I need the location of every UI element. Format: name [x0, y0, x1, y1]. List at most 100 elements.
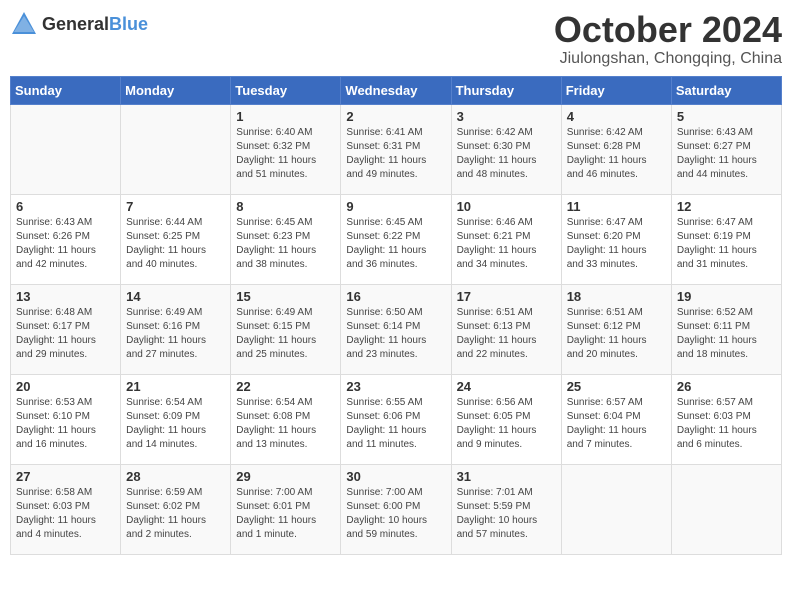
logo-icon	[10, 10, 38, 38]
day-number: 23	[346, 379, 445, 394]
calendar-cell: 2Sunrise: 6:41 AMSunset: 6:31 PMDaylight…	[341, 104, 451, 194]
weekday-header-wednesday: Wednesday	[341, 76, 451, 104]
calendar-cell: 15 Sunrise: 6:49 AMSunset: 6:15 PMDayligh…	[231, 284, 341, 374]
calendar-cell: 3Sunrise: 6:42 AMSunset: 6:30 PMDaylight…	[451, 104, 561, 194]
day-number: 6	[16, 199, 115, 214]
calendar-cell: 26Sunrise: 6:57 AMSunset: 6:03 PMDayligh…	[671, 374, 781, 464]
calendar-week-row: 1 Sunrise: 6:40 AMSunset: 6:32 PMDaylight…	[11, 104, 782, 194]
calendar-week-row: 20 Sunrise: 6:53 AMSunset: 6:10 PMDayligh…	[11, 374, 782, 464]
title-block: October 2024 Jiulongshan, Chongqing, Chi…	[554, 10, 782, 68]
calendar-cell: 8Sunrise: 6:45 AMSunset: 6:23 PMDaylight…	[231, 194, 341, 284]
day-number: 13	[16, 289, 115, 304]
day-info: Sunrise: 6:51 AMSunset: 6:13 PMDaylight:…	[457, 306, 556, 362]
day-info: Sunrise: 6:44 AMSunset: 6:25 PMDaylight:…	[126, 216, 225, 272]
calendar-cell: 31 Sunrise: 7:01 AMSunset: 5:59 PMDayligh…	[451, 464, 561, 554]
day-number: 4	[567, 109, 666, 124]
calendar-cell: 5 Sunrise: 6:43 AMSunset: 6:27 PMDaylight…	[671, 104, 781, 194]
day-info: Sunrise: 6:55 AMSunset: 6:06 PMDaylight:…	[346, 396, 445, 452]
calendar-week-row: 27 Sunrise: 6:58 AMSunset: 6:03 PMDayligh…	[11, 464, 782, 554]
calendar-cell: 12 Sunrise: 6:47 AMSunset: 6:19 PMDayligh…	[671, 194, 781, 284]
day-info: Sunrise: 6:47 AMSunset: 6:19 PMDaylight:…	[677, 216, 776, 272]
day-info: Sunrise: 6:40 AMSunset: 6:32 PMDaylight:…	[236, 126, 335, 182]
day-number: 31	[457, 469, 556, 484]
calendar-cell: 11Sunrise: 6:47 AMSunset: 6:20 PMDayligh…	[561, 194, 671, 284]
day-number: 24	[457, 379, 556, 394]
calendar-cell: 30Sunrise: 7:00 AMSunset: 6:00 PMDayligh…	[341, 464, 451, 554]
calendar-cell	[561, 464, 671, 554]
day-info: Sunrise: 6:48 AMSunset: 6:17 PMDaylight:…	[16, 306, 115, 362]
weekday-header-row: SundayMondayTuesdayWednesdayThursdayFrid…	[11, 76, 782, 104]
day-info: Sunrise: 6:57 AMSunset: 6:04 PMDaylight:…	[567, 396, 666, 452]
day-number: 30	[346, 469, 445, 484]
weekday-header-sunday: Sunday	[11, 76, 121, 104]
calendar-cell: 23 Sunrise: 6:55 AMSunset: 6:06 PMDayligh…	[341, 374, 451, 464]
page-header: GeneralBlue October 2024 Jiulongshan, Ch…	[10, 10, 782, 68]
day-number: 14	[126, 289, 225, 304]
day-info: Sunrise: 6:54 AMSunset: 6:09 PMDaylight:…	[126, 396, 225, 452]
calendar-cell: 25 Sunrise: 6:57 AMSunset: 6:04 PMDayligh…	[561, 374, 671, 464]
calendar-cell: 18Sunrise: 6:51 AMSunset: 6:12 PMDayligh…	[561, 284, 671, 374]
calendar-cell: 7 Sunrise: 6:44 AMSunset: 6:25 PMDaylight…	[121, 194, 231, 284]
day-number: 26	[677, 379, 776, 394]
day-info: Sunrise: 6:41 AMSunset: 6:31 PMDaylight:…	[346, 126, 445, 182]
day-number: 12	[677, 199, 776, 214]
day-number: 10	[457, 199, 556, 214]
day-number: 17	[457, 289, 556, 304]
day-number: 19	[677, 289, 776, 304]
day-info: Sunrise: 6:46 AMSunset: 6:21 PMDaylight:…	[457, 216, 556, 272]
day-info: Sunrise: 6:58 AMSunset: 6:03 PMDaylight:…	[16, 486, 115, 542]
calendar-week-row: 6 Sunrise: 6:43 AMSunset: 6:26 PMDaylight…	[11, 194, 782, 284]
calendar-cell: 10 Sunrise: 6:46 AMSunset: 6:21 PMDayligh…	[451, 194, 561, 284]
day-info: Sunrise: 6:54 AMSunset: 6:08 PMDaylight:…	[236, 396, 335, 452]
calendar-cell: 21 Sunrise: 6:54 AMSunset: 6:09 PMDayligh…	[121, 374, 231, 464]
day-info: Sunrise: 6:59 AMSunset: 6:02 PMDaylight:…	[126, 486, 225, 542]
day-info: Sunrise: 6:43 AMSunset: 6:27 PMDaylight:…	[677, 126, 776, 182]
day-number: 16	[346, 289, 445, 304]
day-number: 1	[236, 109, 335, 124]
day-info: Sunrise: 6:45 AMSunset: 6:22 PMDaylight:…	[346, 216, 445, 272]
calendar-cell: 17 Sunrise: 6:51 AMSunset: 6:13 PMDayligh…	[451, 284, 561, 374]
calendar-cell: 24Sunrise: 6:56 AMSunset: 6:05 PMDayligh…	[451, 374, 561, 464]
calendar-cell: 16 Sunrise: 6:50 AMSunset: 6:14 PMDayligh…	[341, 284, 451, 374]
day-number: 9	[346, 199, 445, 214]
logo-blue: Blue	[109, 14, 148, 34]
weekday-header-monday: Monday	[121, 76, 231, 104]
day-number: 5	[677, 109, 776, 124]
calendar-cell	[11, 104, 121, 194]
day-number: 27	[16, 469, 115, 484]
day-info: Sunrise: 7:01 AMSunset: 5:59 PMDaylight:…	[457, 486, 556, 542]
calendar-cell: 14 Sunrise: 6:49 AMSunset: 6:16 PMDayligh…	[121, 284, 231, 374]
day-info: Sunrise: 7:00 AMSunset: 6:01 PMDaylight:…	[236, 486, 335, 542]
day-number: 8	[236, 199, 335, 214]
weekday-header-saturday: Saturday	[671, 76, 781, 104]
day-number: 20	[16, 379, 115, 394]
calendar-cell: 9 Sunrise: 6:45 AMSunset: 6:22 PMDaylight…	[341, 194, 451, 284]
day-info: Sunrise: 6:50 AMSunset: 6:14 PMDaylight:…	[346, 306, 445, 362]
day-number: 21	[126, 379, 225, 394]
logo: GeneralBlue	[10, 10, 148, 38]
day-number: 28	[126, 469, 225, 484]
calendar-week-row: 13 Sunrise: 6:48 AMSunset: 6:17 PMDayligh…	[11, 284, 782, 374]
weekday-header-friday: Friday	[561, 76, 671, 104]
day-number: 11	[567, 199, 666, 214]
location: Jiulongshan, Chongqing, China	[554, 50, 782, 68]
calendar-cell: 6 Sunrise: 6:43 AMSunset: 6:26 PMDaylight…	[11, 194, 121, 284]
day-info: Sunrise: 6:53 AMSunset: 6:10 PMDaylight:…	[16, 396, 115, 452]
calendar-cell: 29Sunrise: 7:00 AMSunset: 6:01 PMDayligh…	[231, 464, 341, 554]
day-number: 15	[236, 289, 335, 304]
calendar-cell: 4Sunrise: 6:42 AMSunset: 6:28 PMDaylight…	[561, 104, 671, 194]
month-title: October 2024	[554, 10, 782, 50]
day-info: Sunrise: 6:52 AMSunset: 6:11 PMDaylight:…	[677, 306, 776, 362]
day-number: 25	[567, 379, 666, 394]
day-info: Sunrise: 6:51 AMSunset: 6:12 PMDaylight:…	[567, 306, 666, 362]
day-info: Sunrise: 6:49 AMSunset: 6:16 PMDaylight:…	[126, 306, 225, 362]
day-info: Sunrise: 6:43 AMSunset: 6:26 PMDaylight:…	[16, 216, 115, 272]
calendar-cell	[121, 104, 231, 194]
day-info: Sunrise: 6:42 AMSunset: 6:30 PMDaylight:…	[457, 126, 556, 182]
day-info: Sunrise: 6:49 AMSunset: 6:15 PMDaylight:…	[236, 306, 335, 362]
day-number: 7	[126, 199, 225, 214]
calendar-table: SundayMondayTuesdayWednesdayThursdayFrid…	[10, 76, 782, 555]
calendar-cell	[671, 464, 781, 554]
calendar-cell: 27 Sunrise: 6:58 AMSunset: 6:03 PMDayligh…	[11, 464, 121, 554]
calendar-cell: 1 Sunrise: 6:40 AMSunset: 6:32 PMDaylight…	[231, 104, 341, 194]
